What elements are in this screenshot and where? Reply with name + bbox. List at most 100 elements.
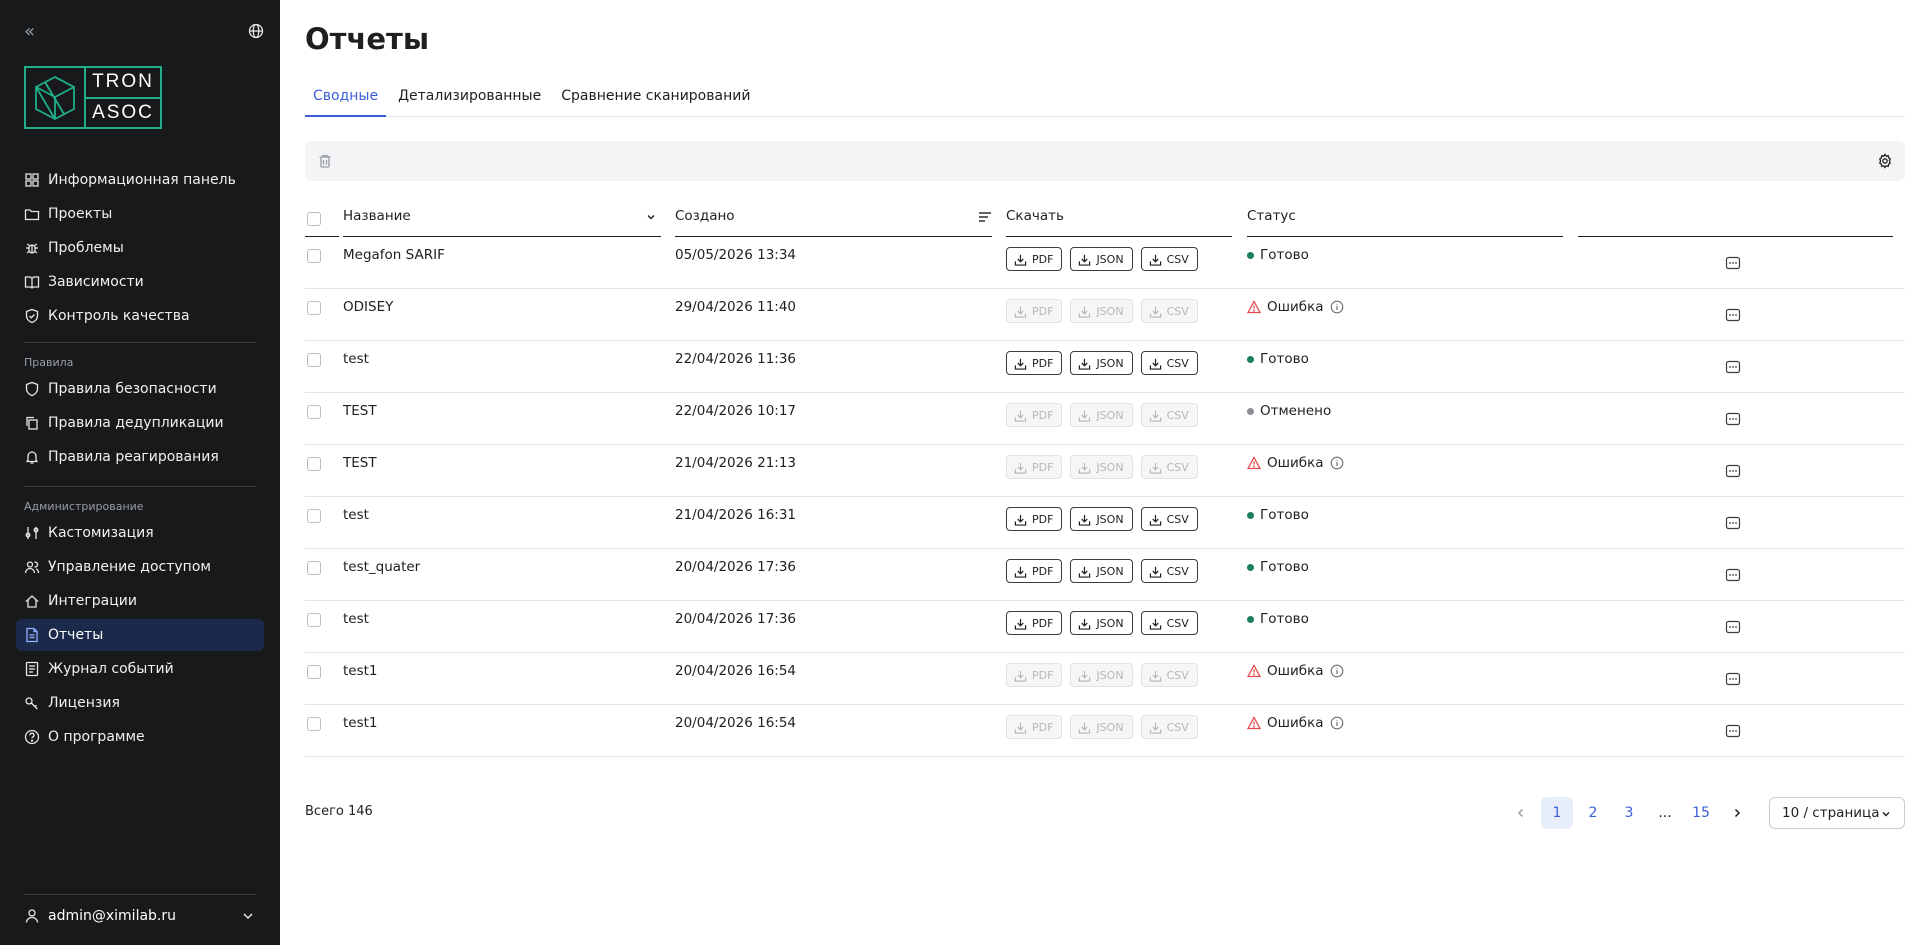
more-actions-icon[interactable] <box>1724 306 1742 324</box>
download-csv-button[interactable]: CSV <box>1140 559 1198 583</box>
page-button[interactable]: 2 <box>1577 797 1609 829</box>
row-status: Готово <box>1247 559 1309 575</box>
status-text: Готово <box>1260 247 1309 263</box>
download-json-button[interactable]: JSON <box>1070 715 1133 739</box>
status-text: Отменено <box>1260 403 1332 419</box>
download-format-label: CSV <box>1166 252 1189 266</box>
sidebar-item-report[interactable]: Отчеты <box>16 619 264 651</box>
download-icon <box>1014 618 1027 630</box>
sidebar-item-journal[interactable]: Журнал событий <box>16 653 264 685</box>
more-actions-icon[interactable] <box>1724 670 1742 688</box>
sidebar-item-copy[interactable]: Правила дедупликации <box>16 407 264 439</box>
download-pdf-button[interactable]: PDF <box>1006 351 1063 375</box>
download-json-button[interactable]: JSON <box>1070 351 1133 375</box>
info-icon[interactable] <box>1330 300 1344 314</box>
sidebar-item-integration[interactable]: Интеграции <box>16 585 264 617</box>
info-icon[interactable] <box>1330 716 1344 730</box>
download-format-label: PDF <box>1032 720 1054 734</box>
collapse-sidebar-icon[interactable]: « <box>24 22 35 42</box>
more-actions-icon[interactable] <box>1724 566 1742 584</box>
download-pdf-button[interactable]: PDF <box>1006 611 1063 635</box>
row-checkbox[interactable] <box>307 249 321 263</box>
sidebar-item-shield[interactable]: Правила безопасности <box>16 373 264 405</box>
download-csv-button[interactable]: CSV <box>1140 507 1198 531</box>
download-csv-button[interactable]: CSV <box>1140 611 1198 635</box>
row-checkbox[interactable] <box>307 509 321 523</box>
header-created[interactable]: Создано <box>675 200 992 237</box>
sidebar-item-sliders[interactable]: Кастомизация <box>16 517 264 549</box>
sort-icon[interactable] <box>978 211 992 223</box>
row-checkbox[interactable] <box>307 353 321 367</box>
sidebar-item-bell[interactable]: Правила реагирования <box>16 441 264 473</box>
download-json-button[interactable]: JSON <box>1070 559 1133 583</box>
row-checkbox[interactable] <box>307 301 321 315</box>
sidebar-item-folder[interactable]: Проекты <box>16 198 264 230</box>
trash-icon[interactable] <box>317 153 333 169</box>
next-page-icon[interactable] <box>1721 797 1753 829</box>
download-csv-button[interactable]: CSV <box>1140 247 1198 271</box>
page-button[interactable]: 15 <box>1685 797 1717 829</box>
tab-1[interactable]: Детализированные <box>390 82 549 117</box>
more-actions-icon[interactable] <box>1724 410 1742 428</box>
download-csv-button[interactable]: CSV <box>1140 351 1198 375</box>
download-pdf-button[interactable]: PDF <box>1006 559 1063 583</box>
sidebar-item-shield-check[interactable]: Контроль качества <box>16 300 264 332</box>
more-actions-icon[interactable] <box>1724 358 1742 376</box>
sidebar-item-book[interactable]: Зависимости <box>16 266 264 298</box>
download-pdf-button[interactable]: PDF <box>1006 403 1063 427</box>
info-icon[interactable] <box>1330 456 1344 470</box>
sidebar-item-help[interactable]: О программе <box>16 721 264 753</box>
download-json-button[interactable]: JSON <box>1070 611 1133 635</box>
user-menu[interactable]: admin@ximilab.ru <box>24 906 264 926</box>
download-csv-button[interactable]: CSV <box>1140 715 1198 739</box>
download-pdf-button[interactable]: PDF <box>1006 455 1063 479</box>
download-json-button[interactable]: JSON <box>1070 299 1133 323</box>
tab-2[interactable]: Сравнение сканирований <box>553 82 758 117</box>
download-csv-button[interactable]: CSV <box>1140 663 1198 687</box>
sidebar-item-bug[interactable]: Проблемы <box>16 232 264 264</box>
select-all-checkbox[interactable] <box>307 212 321 226</box>
page-size-select[interactable]: 10 / страница <box>1769 797 1905 829</box>
prev-page-icon[interactable] <box>1505 797 1537 829</box>
download-json-button[interactable]: JSON <box>1070 663 1133 687</box>
download-pdf-button[interactable]: PDF <box>1006 715 1063 739</box>
row-checkbox[interactable] <box>307 665 321 679</box>
tab-0[interactable]: Сводные <box>305 82 387 117</box>
row-checkbox[interactable] <box>307 405 321 419</box>
download-pdf-button[interactable]: PDF <box>1006 507 1063 531</box>
more-actions-icon[interactable] <box>1724 254 1742 272</box>
download-json-button[interactable]: JSON <box>1070 403 1133 427</box>
sidebar-item-key[interactable]: Лицензия <box>16 687 264 719</box>
download-pdf-button[interactable]: PDF <box>1006 663 1063 687</box>
chevron-down-icon[interactable] <box>645 211 657 223</box>
page-button[interactable]: 1 <box>1541 797 1573 829</box>
download-pdf-button[interactable]: PDF <box>1006 299 1063 323</box>
row-checkbox[interactable] <box>307 717 321 731</box>
more-actions-icon[interactable] <box>1724 462 1742 480</box>
row-name[interactable]: test1 <box>343 715 378 767</box>
sidebar-item-label: Зависимости <box>48 274 144 290</box>
more-actions-icon[interactable] <box>1724 618 1742 636</box>
row-checkbox[interactable] <box>307 457 321 471</box>
download-icon <box>1149 670 1161 682</box>
settings-gear-icon[interactable] <box>1877 153 1893 169</box>
more-actions-icon[interactable] <box>1724 722 1742 740</box>
download-csv-button[interactable]: CSV <box>1140 403 1198 427</box>
nav-rules: Правила Правила безопасности Правила деду… <box>16 349 264 475</box>
header-name[interactable]: Название <box>343 200 661 237</box>
download-json-button[interactable]: JSON <box>1070 507 1133 531</box>
sidebar-item-dashboard[interactable]: Информационная панель <box>16 164 264 196</box>
sidebar-item-users[interactable]: Управление доступом <box>16 551 264 583</box>
download-json-button[interactable]: JSON <box>1070 455 1133 479</box>
info-icon[interactable] <box>1330 664 1344 678</box>
page-button[interactable]: 3 <box>1613 797 1645 829</box>
more-actions-icon[interactable] <box>1724 514 1742 532</box>
row-checkbox[interactable] <box>307 613 321 627</box>
download-csv-button[interactable]: CSV <box>1140 455 1198 479</box>
row-checkbox[interactable] <box>307 561 321 575</box>
download-pdf-button[interactable]: PDF <box>1006 247 1063 271</box>
row-status: Ошибка <box>1247 455 1344 471</box>
download-json-button[interactable]: JSON <box>1070 247 1133 271</box>
download-csv-button[interactable]: CSV <box>1140 299 1198 323</box>
globe-icon[interactable] <box>248 23 264 39</box>
